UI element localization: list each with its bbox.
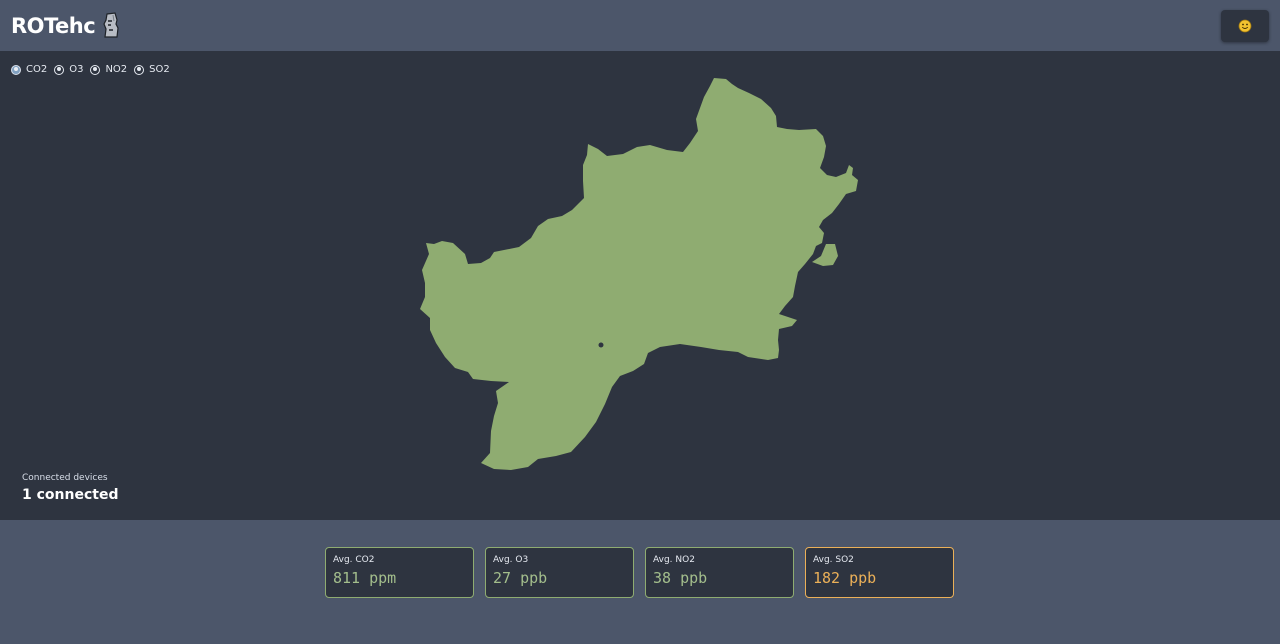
stat-label: Avg. CO2 [333,555,375,565]
stat-value: 38 ppb [653,569,708,587]
radio-button[interactable] [134,64,145,75]
radio-button[interactable] [11,64,21,75]
pollutant-selector: CO2 O3 NO2 SO2 [11,64,177,75]
device-marker[interactable] [598,342,604,348]
devices-label: Connected devices [22,473,108,483]
stat-value: 811 ppm [333,569,397,587]
devices-count: 1 connected [22,487,119,503]
stat-card-no2: Avg. NO2 38 ppb [645,547,794,598]
radio-no2[interactable]: NO2 [90,64,127,75]
radio-label: O3 [69,64,84,75]
connected-devices: Connected devices 1 connected [22,473,118,503]
radio-label: SO2 [149,64,170,75]
radio-o3[interactable]: O3 [54,64,83,75]
region-shape[interactable] [420,78,858,470]
smiley-icon [1238,19,1252,33]
app-title: ROTehc [11,13,96,38]
region-map[interactable] [0,51,1280,520]
radio-label: CO2 [26,64,48,75]
stat-card-so2: Avg. SO2 182 ppb [805,547,954,598]
stat-value: 27 ppb [493,569,548,587]
stat-label: Avg. O3 [493,555,529,565]
radio-button[interactable] [90,64,101,75]
radio-co2[interactable]: CO2 [11,64,47,75]
map-panel[interactable]: CO2 O3 NO2 SO2 Connected devices 1 conne… [0,51,1280,520]
moai-icon [103,12,119,38]
stat-label: Avg. SO2 [813,555,854,565]
app-header: ROTehc [0,0,1280,51]
radio-button[interactable] [54,64,65,75]
stats-cards: Avg. CO2 811 ppm Avg. O3 27 ppb Avg. NO2… [325,547,965,598]
user-menu-button[interactable] [1221,10,1269,42]
radio-label: NO2 [105,64,128,75]
stat-value: 182 ppb [813,569,877,587]
stat-card-co2: Avg. CO2 811 ppm [325,547,474,598]
radio-so2[interactable]: SO2 [134,64,170,75]
stat-card-o3: Avg. O3 27 ppb [485,547,634,598]
brand: ROTehc [11,12,121,39]
stat-label: Avg. NO2 [653,555,695,565]
